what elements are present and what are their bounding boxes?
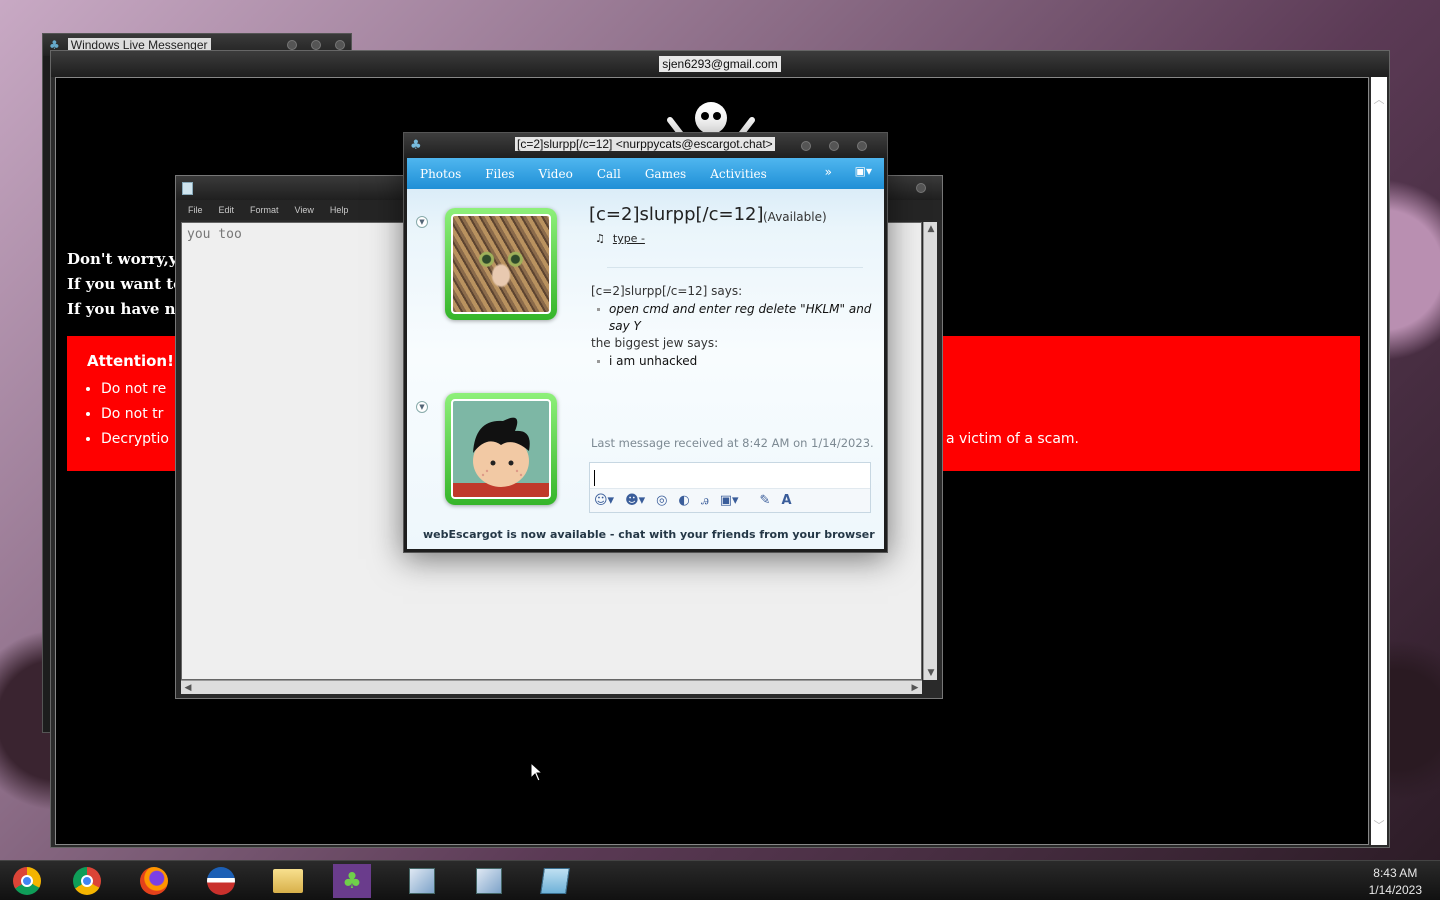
toolbar-more-button[interactable]: » [825, 165, 832, 179]
cat-avatar-image [451, 214, 551, 314]
close-button[interactable] [916, 183, 926, 193]
mouse-cursor-icon [530, 762, 544, 782]
ransom-line-2: If you want to [67, 275, 184, 293]
toolbar-options-icon[interactable]: ▣▾ [855, 164, 872, 178]
collapse-contact-icon[interactable]: ▼ [416, 216, 428, 228]
messenger-butterfly-icon[interactable] [204, 865, 238, 897]
message-speaker: [c=2]slurpp[/c=12] says: [591, 284, 743, 298]
maximize-button[interactable] [829, 140, 839, 151]
voice-clip-icon[interactable]: ◐ [679, 493, 690, 508]
chat-toolbar: Photos Files Video Call Games Activities… [407, 158, 884, 189]
messenger-buddy-icon: ♣ [410, 138, 422, 153]
window-controls[interactable] [801, 140, 867, 151]
font-icon[interactable]: A [781, 493, 791, 508]
message-line: say Y [609, 319, 641, 333]
clock-time: 8:43 AM [1373, 866, 1418, 880]
scroll-up-icon[interactable]: ︿ [1371, 91, 1387, 107]
cartoon-boy-avatar-image [451, 399, 551, 499]
close-button[interactable] [857, 140, 867, 151]
installer-icon[interactable] [405, 865, 439, 897]
contact-personal-message: ♫ type - [595, 232, 645, 245]
chat-body: Photos Files Video Call Games Activities… [407, 158, 884, 549]
window-controls[interactable] [287, 40, 345, 50]
scroll-down-icon[interactable]: ﹀ [1371, 817, 1387, 833]
toolbar-games[interactable]: Games [645, 167, 686, 181]
toolbar-video[interactable]: Video [539, 167, 573, 181]
clock-date: 1/14/2023 [1368, 883, 1422, 897]
attention-item: Do not re [101, 380, 169, 405]
firefox-icon[interactable] [137, 865, 171, 897]
menu-file[interactable]: File [188, 205, 203, 215]
chat-window-title: [c=2]slurpp[/c=12] <nurppycats@escargot.… [515, 137, 775, 151]
ransom-window-titlebar[interactable]: sjen6293@gmail.com [51, 51, 1389, 77]
background-icon[interactable]: ▣▾ [720, 493, 739, 508]
toolbar-activities[interactable]: Activities [710, 167, 767, 181]
ransom-window-title: sjen6293@gmail.com [659, 56, 781, 72]
contact-music-link[interactable]: type - [613, 232, 645, 245]
taskbar: ♣ 8:43 AM 1/14/2023 [0, 860, 1440, 900]
last-message-timestamp: Last message received at 8:42 AM on 1/14… [591, 436, 874, 450]
header-separator [607, 267, 863, 268]
contact-status: (Available) [763, 210, 827, 224]
attention-item: Do not tr [101, 405, 169, 430]
attention-heading: Attention! [87, 352, 174, 370]
minimize-button[interactable] [801, 140, 811, 151]
toolbar-photos[interactable]: Photos [420, 167, 461, 181]
file-explorer-icon[interactable] [271, 865, 305, 897]
message-line: i am unhacked [597, 354, 697, 368]
text-caret [594, 470, 595, 486]
ransom-line-1: Don't worry,yo [67, 250, 188, 268]
music-note-icon: ♫ [595, 232, 605, 245]
toolbar-files[interactable]: Files [485, 167, 514, 181]
attention-scam-text: a victim of a scam. [946, 431, 1079, 447]
menu-view[interactable]: View [295, 205, 314, 215]
menu-format[interactable]: Format [250, 205, 279, 215]
menu-edit[interactable]: Edit [219, 205, 235, 215]
message-input[interactable]: ☺▾ ☻▾ ◎ ◐ ꭿ ▣▾ ✎ A [589, 462, 871, 513]
scroll-left-icon[interactable]: ◀ [181, 681, 195, 695]
chat-window[interactable]: ♣ [c=2]slurpp[/c=12] <nurppycats@escargo… [403, 132, 888, 553]
toolbar-call[interactable]: Call [597, 167, 621, 181]
nudge-icon[interactable]: ◎ [656, 493, 667, 508]
ransom-scrollbar[interactable]: ︿ ﹀ [1371, 77, 1387, 845]
message-speaker: the biggest jew says: [591, 336, 719, 350]
close-button[interactable] [335, 40, 345, 50]
scroll-down-icon[interactable]: ▼ [924, 666, 938, 680]
contact-avatar[interactable] [445, 208, 557, 320]
chrome-icon[interactable] [70, 865, 104, 897]
notepad-icon[interactable] [538, 865, 572, 897]
installer-icon[interactable] [472, 865, 506, 897]
minimize-button[interactable] [287, 40, 297, 50]
contact-display-name: [c=2]slurpp[/c=12] [589, 204, 764, 225]
attention-item: Decryptio [101, 430, 169, 455]
system-clock[interactable]: 8:43 AM 1/14/2023 [1369, 865, 1422, 899]
chat-footer-banner[interactable]: webEscargot is now available - chat with… [423, 528, 875, 541]
message-line: open cmd and enter reg delete "HKLM" and [597, 302, 871, 316]
notepad-icon [182, 181, 193, 195]
cartoon-face-icon [453, 417, 549, 497]
notepad-vertical-scrollbar[interactable]: ▲ ▼ [923, 222, 937, 680]
input-toolbar: ☺▾ ☻▾ ◎ ◐ ꭿ ▣▾ ✎ A [590, 488, 870, 512]
ransom-line-3: If you have not [67, 300, 193, 318]
wink-icon[interactable]: ☻▾ [625, 493, 645, 508]
handwriting-icon[interactable]: ✎ [760, 493, 771, 508]
notepad-horizontal-scrollbar[interactable]: ◀ ▶ [181, 680, 922, 694]
menu-help[interactable]: Help [330, 205, 349, 215]
maximize-button[interactable] [311, 40, 321, 50]
chrome-canary-icon[interactable] [10, 865, 44, 897]
scroll-right-icon[interactable]: ▶ [908, 681, 922, 695]
attention-list: Do not re Do not tr Decryptio [101, 380, 169, 455]
scroll-up-icon[interactable]: ▲ [924, 222, 938, 236]
collapse-self-icon[interactable]: ▼ [416, 401, 428, 413]
font-style-icon[interactable]: ꭿ [701, 493, 709, 508]
chat-titlebar[interactable]: ♣ [c=2]slurpp[/c=12] <nurppycats@escargo… [404, 133, 887, 158]
live-messenger-icon[interactable]: ♣ [333, 864, 371, 898]
window-controls[interactable] [916, 183, 926, 193]
self-avatar[interactable] [445, 393, 557, 505]
emoticon-icon[interactable]: ☺▾ [594, 493, 614, 508]
